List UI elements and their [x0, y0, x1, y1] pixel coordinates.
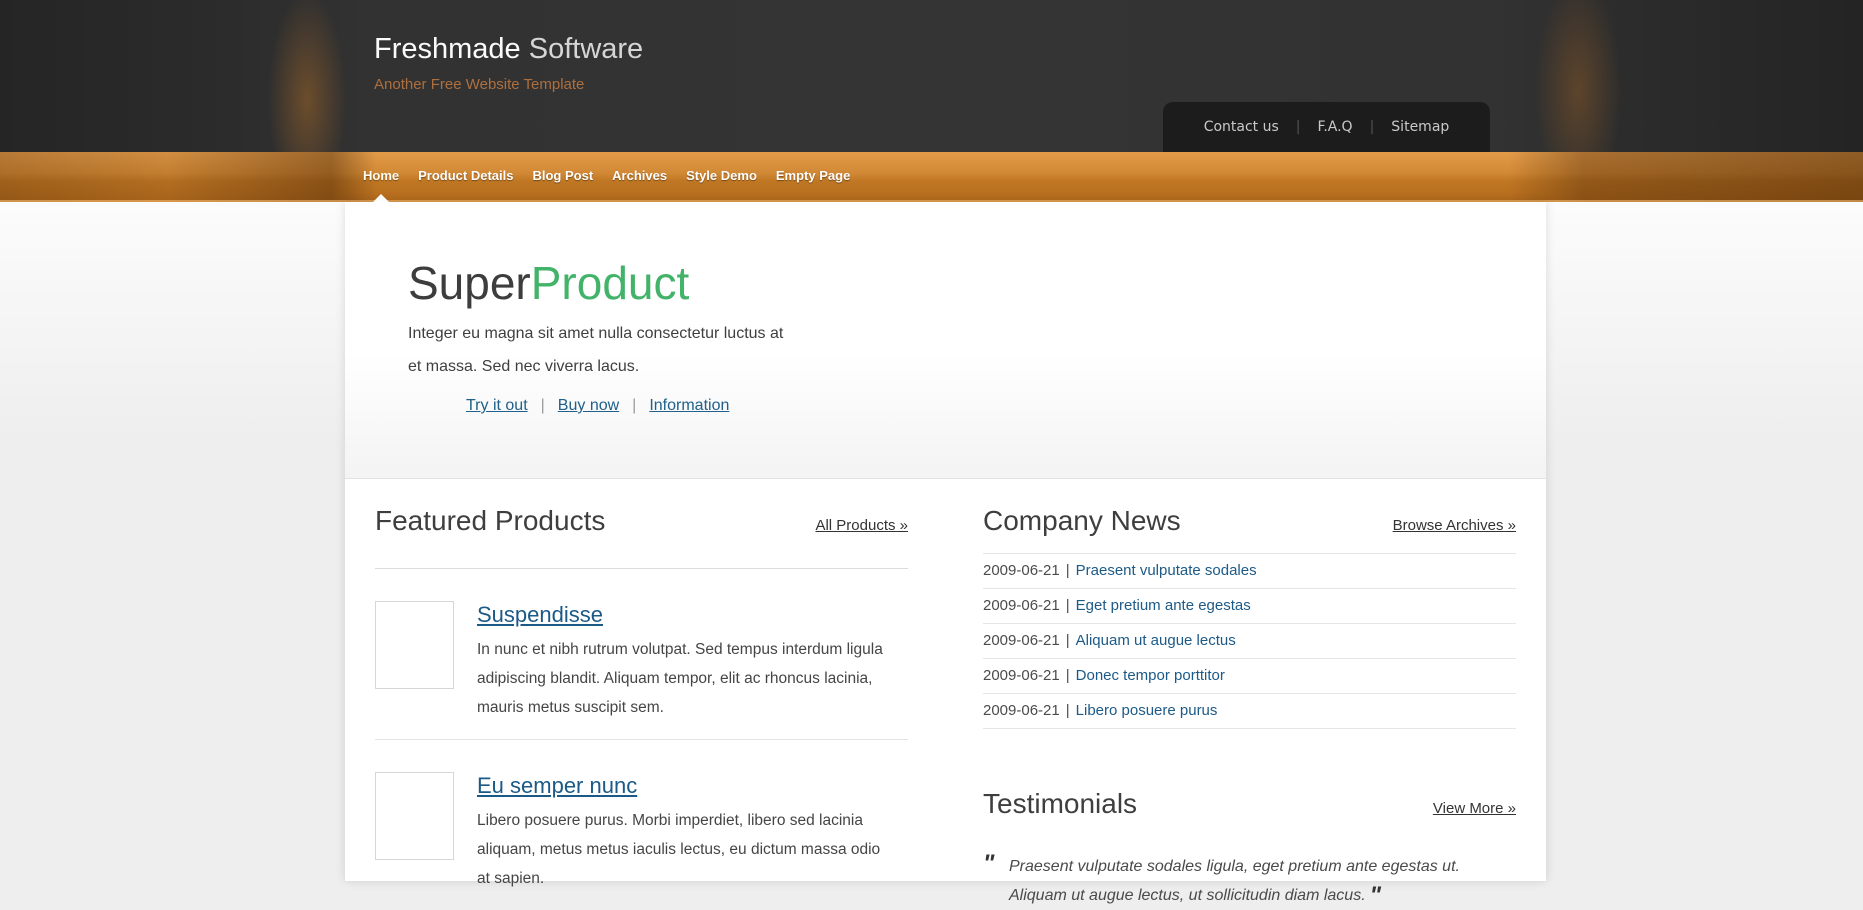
site-title-primary: Freshmade [374, 33, 521, 65]
news-title-link[interactable]: Praesent vulputate sodales [1076, 562, 1257, 579]
main-nav-list: Home Product Details Blog Post Archives … [363, 152, 850, 202]
news-title-link[interactable]: Aliquam ut augue lectus [1076, 632, 1236, 649]
promo-title-primary: Super [408, 257, 531, 309]
main-content: Featured Products All Products » Suspend… [345, 479, 1546, 910]
close-quote-mark: " [1370, 882, 1381, 909]
news-title-link[interactable]: Donec tempor porttitor [1076, 667, 1225, 684]
news-date: 2009-06-21 [983, 632, 1060, 649]
product-thumbnail [375, 772, 454, 860]
featured-products-header: Featured Products All Products » [375, 479, 908, 569]
news-date: 2009-06-21 [983, 702, 1060, 719]
product-thumbnail [375, 601, 454, 689]
utility-nav: Contact us | F.A.Q | Sitemap [1163, 102, 1490, 152]
site-logo: Freshmade Software Another Free Website … [374, 31, 643, 93]
all-products-link[interactable]: All Products » [815, 517, 908, 534]
nav-item-product-details[interactable]: Product Details [418, 152, 513, 202]
news-date: 2009-06-21 [983, 562, 1060, 579]
company-news-header: Company News Browse Archives » [983, 479, 1516, 553]
buy-now-link[interactable]: Buy now [558, 397, 619, 414]
try-it-out-link[interactable]: Try it out [466, 397, 528, 414]
utility-link-faq[interactable]: F.A.Q [1301, 119, 1370, 135]
utility-link-sitemap[interactable]: Sitemap [1374, 119, 1466, 135]
testimonials-header: Testimonials View More » [983, 729, 1516, 821]
site-title: Freshmade Software [374, 31, 643, 67]
promo-links: Try it out | Buy now | Information [466, 397, 1546, 415]
product-description: In nunc et nibh rutrum volutpat. Sed tem… [477, 635, 895, 722]
featured-products-section: Featured Products All Products » Suspend… [375, 479, 908, 910]
news-row: 2009-06-21|Donec tempor porttitor [983, 659, 1516, 694]
company-news-heading: Company News [983, 504, 1181, 538]
company-news-section: Company News Browse Archives » 2009-06-2… [983, 479, 1516, 910]
separator-line [375, 739, 908, 740]
view-more-link[interactable]: View More » [1433, 800, 1516, 817]
news-row: 2009-06-21|Eget pretium ante egestas [983, 589, 1516, 624]
nav-item-archives[interactable]: Archives [612, 152, 667, 202]
utility-link-contact[interactable]: Contact us [1187, 119, 1296, 135]
promo-section: SuperProduct Integer eu magna sit amet n… [345, 202, 1546, 479]
news-list: 2009-06-21|Praesent vulputate sodales 20… [983, 553, 1516, 729]
nav-item-blog-post[interactable]: Blog Post [532, 152, 593, 202]
news-row: 2009-06-21|Libero posuere purus [983, 694, 1516, 729]
site-tagline: Another Free Website Template [374, 76, 643, 93]
divider: | [1060, 632, 1076, 649]
nav-item-empty-page[interactable]: Empty Page [776, 152, 850, 202]
product-description: Libero posuere purus. Morbi imperdiet, l… [477, 806, 895, 893]
product-title-link[interactable]: Eu semper nunc [477, 772, 637, 800]
divider: | [1060, 702, 1076, 719]
browse-archives-link[interactable]: Browse Archives » [1393, 517, 1516, 534]
divider: | [1060, 597, 1076, 614]
divider: | [1060, 562, 1076, 579]
site-title-secondary: Software [521, 33, 644, 65]
product-title-link[interactable]: Suspendisse [477, 601, 603, 629]
news-date: 2009-06-21 [983, 667, 1060, 684]
promo-title-accent: Product [531, 257, 690, 309]
nav-item-home[interactable]: Home [363, 152, 399, 202]
divider: | [632, 397, 636, 414]
news-title-link[interactable]: Libero posuere purus [1076, 702, 1218, 719]
divider: | [541, 397, 545, 414]
product-info: Eu semper nunc Libero posuere purus. Mor… [477, 772, 895, 893]
promo-title: SuperProduct [408, 257, 1546, 309]
information-link[interactable]: Information [649, 397, 729, 414]
testimonial-quote: "Praesent vulputate sodales ligula, eget… [983, 852, 1491, 910]
site-header: Freshmade Software Another Free Website … [0, 0, 1863, 152]
product-item: Suspendisse In nunc et nibh rutrum volut… [375, 601, 908, 722]
divider: | [1060, 667, 1076, 684]
news-title-link[interactable]: Eget pretium ante egestas [1076, 597, 1251, 614]
promo-description: Integer eu magna sit amet nulla consecte… [408, 317, 800, 383]
featured-products-heading: Featured Products [375, 504, 605, 538]
open-quote-mark: " [983, 849, 994, 878]
news-row: 2009-06-21|Aliquam ut augue lectus [983, 624, 1516, 659]
product-item: Eu semper nunc Libero posuere purus. Mor… [375, 772, 908, 893]
news-row: 2009-06-21|Praesent vulputate sodales [983, 554, 1516, 589]
testimonials-heading: Testimonials [983, 787, 1137, 821]
nav-item-style-demo[interactable]: Style Demo [686, 152, 757, 202]
testimonial-text: Praesent vulputate sodales ligula, eget … [1009, 858, 1460, 904]
product-info: Suspendisse In nunc et nibh rutrum volut… [477, 601, 895, 722]
news-date: 2009-06-21 [983, 597, 1060, 614]
main-nav: Home Product Details Blog Post Archives … [0, 152, 1863, 202]
content-column: SuperProduct Integer eu magna sit amet n… [345, 202, 1546, 881]
